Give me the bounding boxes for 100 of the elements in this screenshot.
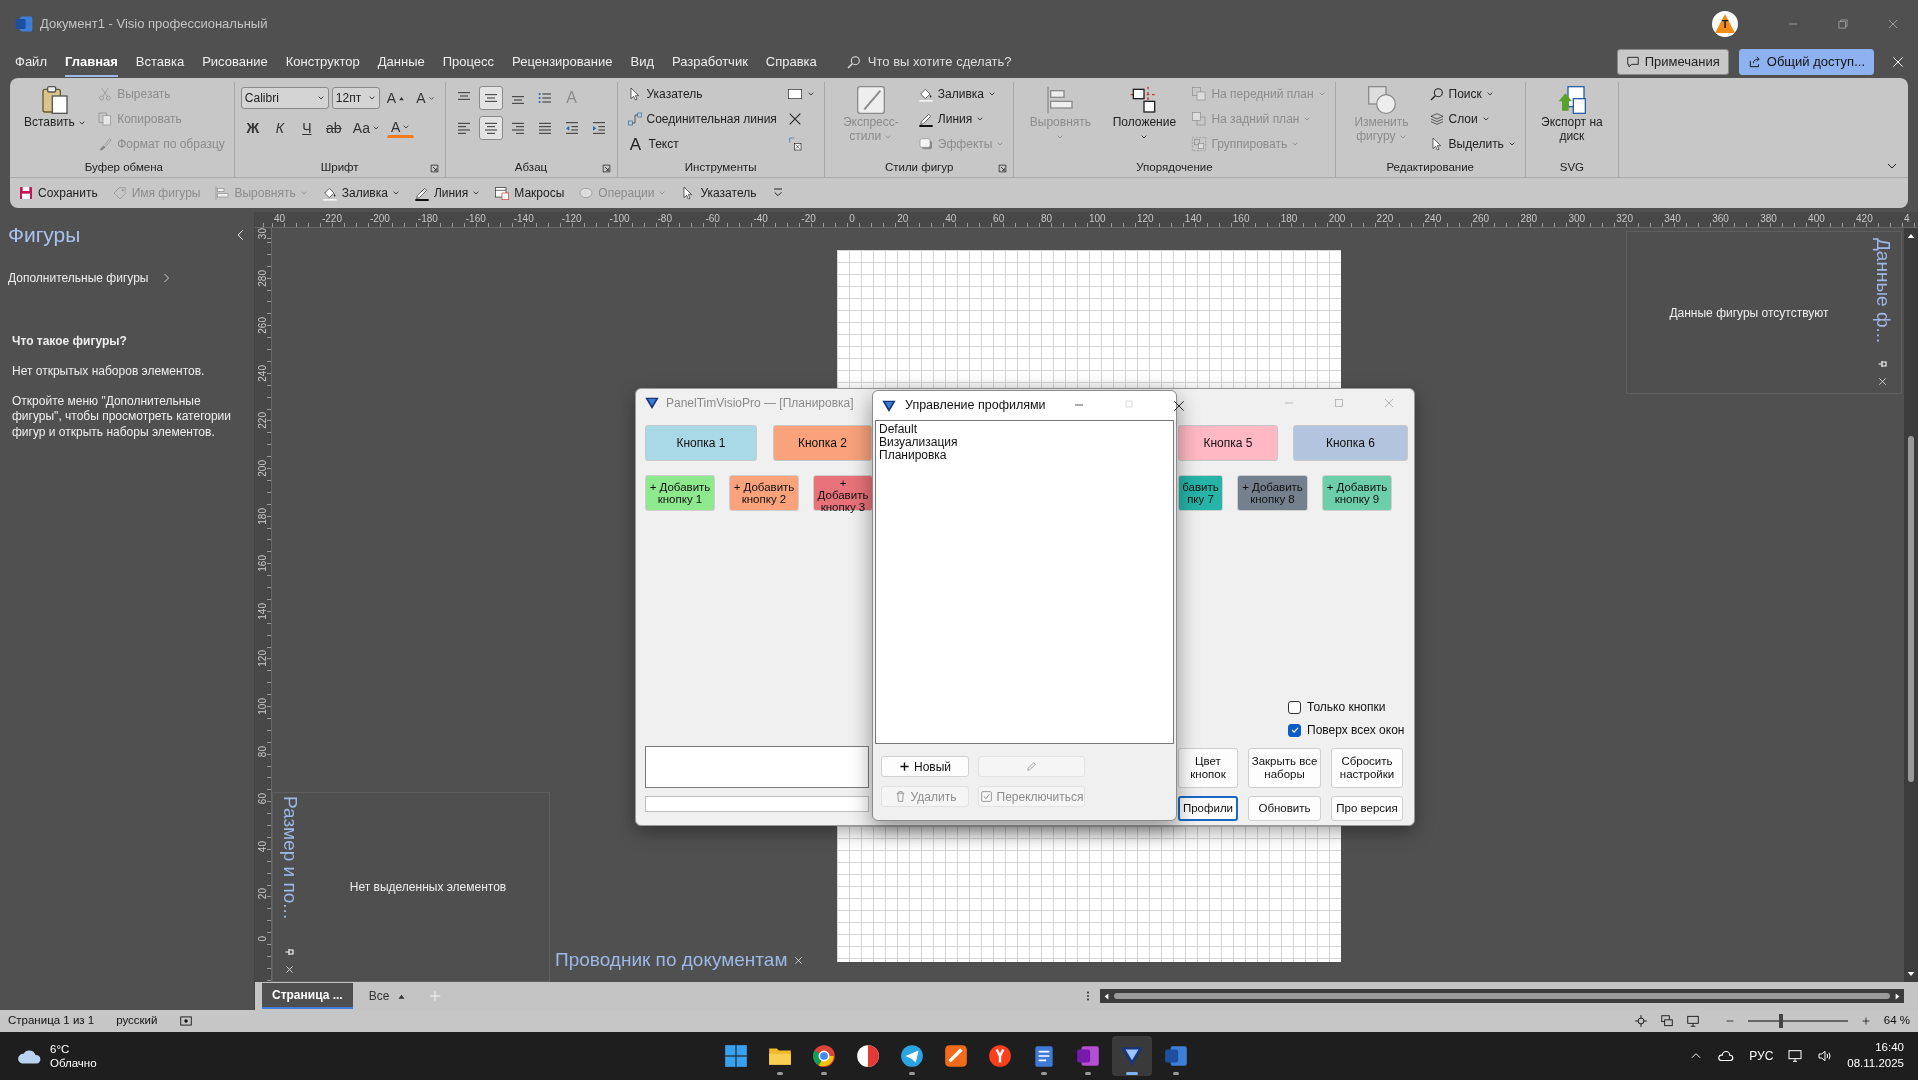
dialog-launcher-icon[interactable] xyxy=(998,164,1008,173)
macro-record-icon[interactable] xyxy=(179,1014,194,1028)
action-button[interactable]: Профили xyxy=(1178,796,1238,821)
toolbar-button[interactable]: Макросы xyxy=(490,182,569,203)
list-item[interactable]: Default xyxy=(879,423,1170,436)
fit-page-icon[interactable] xyxy=(1633,1014,1648,1028)
color-button[interactable]: Кнопка 1 xyxy=(645,425,757,461)
clock-time[interactable]: 16:40 xyxy=(1847,1040,1904,1056)
checkbox[interactable] xyxy=(1288,723,1301,737)
ribbon-button[interactable]: Поиск xyxy=(1425,82,1519,106)
caret-up-icon xyxy=(398,94,406,102)
add-button[interactable]: + Добавить кнопку 1 xyxy=(645,475,715,511)
window-title: Документ1 - Visio профессиональный xyxy=(40,15,268,34)
format-button[interactable]: К xyxy=(267,116,292,140)
switch-windows-icon[interactable] xyxy=(1659,1014,1674,1028)
comment-icon xyxy=(1625,55,1640,69)
ribbon-button[interactable]: Слои xyxy=(1425,107,1519,131)
ruler-label: 420 xyxy=(1856,213,1873,225)
share-button[interactable]: Общий доступ... xyxy=(1738,49,1874,75)
ribbon-button[interactable]: Вставить xyxy=(20,82,91,132)
ribbon-button[interactable]: Соединительная линия xyxy=(623,107,780,131)
page-tab[interactable]: Все xyxy=(358,983,417,1009)
dropdown[interactable]: 12пт xyxy=(331,87,380,109)
speaker-icon[interactable] xyxy=(1817,1048,1834,1064)
search-field[interactable]: Что вы хотите сделать? xyxy=(867,52,1012,72)
more-shapes-link[interactable]: Дополнительные фигуры xyxy=(8,269,173,288)
menu-tab[interactable]: Процесс xyxy=(433,50,504,74)
page-tab[interactable]: Страница ... xyxy=(262,983,353,1009)
text-area[interactable] xyxy=(645,746,869,788)
ribbon-button[interactable]: Линия xyxy=(914,107,1008,131)
menu-tab[interactable]: Справка xyxy=(756,50,826,74)
menu-tab[interactable]: Вид xyxy=(621,50,663,74)
dialog-launcher-icon[interactable] xyxy=(601,164,611,173)
ribbon-button[interactable]: Указатель xyxy=(623,82,780,106)
menu-tab[interactable]: Разработчик xyxy=(663,50,757,74)
action-button[interactable]: Закрыть все наборы xyxy=(1248,748,1321,788)
comments-button[interactable]: Примечания xyxy=(1616,49,1729,75)
taskbar-button[interactable] xyxy=(1112,1036,1152,1076)
panel-title: Размер и по... xyxy=(280,796,300,920)
menu-tab[interactable]: Данные xyxy=(368,50,434,74)
list-item[interactable]: Визуализация xyxy=(879,436,1170,449)
ribbon-button[interactable]: Заливка xyxy=(914,82,1008,106)
toolbar-button[interactable]: Сохранить xyxy=(14,182,102,203)
menu-tab[interactable]: Главная xyxy=(55,50,127,74)
ribbon-button[interactable]: Положение xyxy=(1104,82,1185,146)
action-button[interactable]: Цвет кнопок xyxy=(1178,748,1238,788)
dropdown[interactable]: Calibri xyxy=(240,87,329,109)
add-button[interactable]: + Добавить кнопку 9 xyxy=(1322,475,1392,511)
format-button[interactable]: Ч xyxy=(294,116,319,140)
pin-icon[interactable] xyxy=(1877,358,1889,370)
ruler-label: 200 xyxy=(1328,213,1346,225)
restore-icon[interactable] xyxy=(1836,17,1850,31)
language-indicator[interactable]: РУС xyxy=(1749,1047,1774,1065)
scrollbar[interactable] xyxy=(1100,989,1904,1003)
scrollbar[interactable] xyxy=(1904,228,1918,982)
format-button[interactable]: ab xyxy=(321,116,346,140)
input-field[interactable] xyxy=(645,796,869,812)
action-button[interactable]: Сбросить настройки xyxy=(1331,748,1403,788)
presentation-icon[interactable] xyxy=(1685,1014,1700,1028)
checkbox[interactable] xyxy=(1288,700,1301,714)
format-button[interactable]: A xyxy=(412,86,439,110)
add-button[interactable]: + Добавить кнопку 8 xyxy=(1237,475,1308,511)
slider-thumb[interactable] xyxy=(1778,1014,1783,1028)
ribbon-button[interactable]: Выделить xyxy=(1425,132,1519,156)
toolbar-button[interactable]: Заливка xyxy=(317,182,404,203)
color-button[interactable]: Кнопка 2 xyxy=(773,425,872,461)
toolbar-button[interactable]: Линия xyxy=(409,182,485,203)
menu-tab[interactable]: Конструктор xyxy=(276,50,369,74)
monitor-icon[interactable] xyxy=(1787,1048,1804,1064)
pin-icon[interactable] xyxy=(284,946,296,958)
panel-tab[interactable]: Проводник по документам xyxy=(555,945,788,975)
style-gallery-icon xyxy=(854,84,887,116)
action-button[interactable]: Про версия xyxy=(1331,796,1403,821)
dialog-button[interactable]: Новый xyxy=(881,756,969,777)
ribbon-button[interactable]: Экспорт на диск xyxy=(1531,82,1612,146)
format-button[interactable]: Ж xyxy=(240,116,265,140)
format-button[interactable]: Aa xyxy=(348,116,384,140)
close-icon[interactable] xyxy=(1890,54,1906,70)
profile-list[interactable]: Default Визуализация Планировка xyxy=(875,420,1174,744)
color-button[interactable]: Кнопка 5 xyxy=(1178,425,1278,461)
avatar[interactable]: T xyxy=(1712,11,1738,37)
format-button[interactable]: A xyxy=(386,118,415,138)
menu-tab[interactable]: Файл xyxy=(6,50,56,74)
color-button[interactable]: Кнопка 6 xyxy=(1293,425,1408,461)
list-item[interactable]: Планировка xyxy=(879,449,1170,462)
tag-icon xyxy=(111,184,128,201)
format-button[interactable]: A xyxy=(382,86,410,110)
add-button[interactable]: + Добавить кнопку 3 xyxy=(813,475,873,511)
action-button[interactable]: Обновить xyxy=(1248,796,1321,821)
menu-tab[interactable]: Вставка xyxy=(126,50,194,74)
toolbar-button[interactable]: Указатель xyxy=(676,182,761,203)
paragraph-button[interactable] xyxy=(478,116,503,140)
ribbon-button[interactable]: A Текст xyxy=(623,132,780,156)
paragraph-button[interactable] xyxy=(478,86,503,110)
menu-tab[interactable]: Рисование xyxy=(193,50,277,74)
add-button[interactable]: + Добавить кнопку 2 xyxy=(729,475,799,511)
add-button[interactable]: бавить пку 7 xyxy=(1178,475,1223,511)
menu-tab[interactable]: Рецензирование xyxy=(503,50,622,74)
dialog-launcher-icon[interactable] xyxy=(429,164,439,173)
clock-date[interactable]: 08.11.2025 xyxy=(1847,1056,1904,1072)
